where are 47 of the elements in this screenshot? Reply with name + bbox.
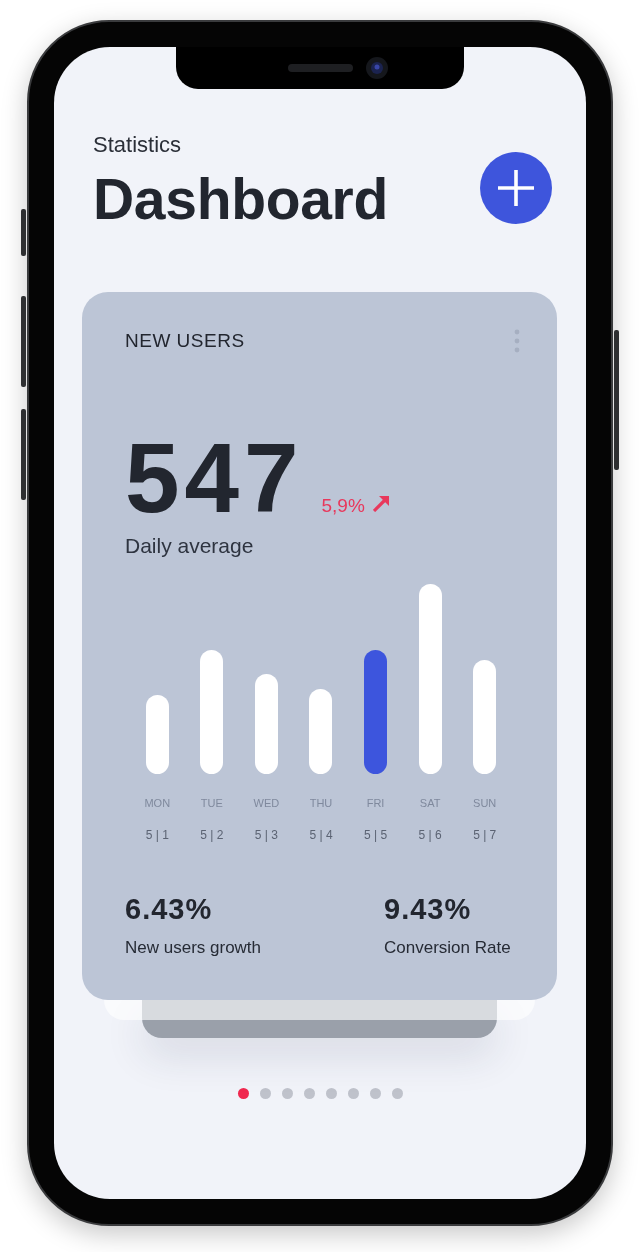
plus-icon	[498, 170, 534, 206]
side-button[interactable]	[614, 330, 619, 470]
page-dot[interactable]	[259, 1088, 271, 1099]
camera-icon	[366, 57, 388, 79]
stat-label: Conversion Rate	[384, 937, 512, 958]
side-button[interactable]	[21, 296, 26, 387]
page-dot[interactable]	[347, 1088, 359, 1099]
page-dot[interactable]	[391, 1088, 403, 1099]
day-label: THU	[309, 796, 333, 810]
chart-bar[interactable]	[473, 660, 497, 774]
day-label: FRI	[366, 796, 385, 810]
page-dot[interactable]	[281, 1088, 293, 1099]
day-label: SAT	[419, 796, 441, 810]
card-title: NEW USERS	[125, 329, 245, 353]
side-button[interactable]	[21, 209, 26, 256]
date-label: 5 | 4	[309, 828, 333, 843]
date-label: 5 | 5	[364, 828, 388, 843]
page-subtitle: Statistics	[93, 132, 183, 158]
day-label: MON	[144, 796, 171, 810]
date-label: 5 | 3	[254, 828, 278, 843]
side-button[interactable]	[21, 409, 26, 500]
chart-bar[interactable]	[364, 650, 388, 774]
chart-bar[interactable]	[200, 650, 224, 774]
stat-value: 9.43%	[384, 892, 473, 926]
day-label: SUN	[473, 796, 497, 810]
chart-bar[interactable]	[145, 695, 169, 774]
chart-bar[interactable]	[254, 674, 278, 774]
page-dot[interactable]	[303, 1088, 315, 1099]
page-title: Dashboard	[93, 169, 389, 229]
value-label: Daily average	[124, 533, 255, 559]
speaker-icon	[288, 64, 353, 72]
stat-label: New users growth	[125, 937, 263, 958]
page-dot[interactable]	[325, 1088, 337, 1099]
date-label: 5 | 7	[473, 828, 497, 843]
chart-bar[interactable]	[309, 689, 333, 774]
date-label: 5 | 1	[145, 828, 169, 843]
trend-arrow-icon	[372, 495, 390, 512]
daily-average-value: 547	[125, 430, 304, 526]
page-dot[interactable]	[369, 1088, 381, 1099]
chart-bar[interactable]	[418, 584, 442, 774]
date-label: 5 | 6	[418, 828, 442, 843]
day-label: TUE	[200, 796, 223, 810]
change-percent: 5,9%	[321, 495, 365, 517]
date-label: 5 | 2	[200, 828, 224, 843]
page-dot[interactable]	[237, 1088, 249, 1099]
day-label: WED	[253, 796, 280, 810]
stat-value: 6.43%	[125, 892, 214, 926]
